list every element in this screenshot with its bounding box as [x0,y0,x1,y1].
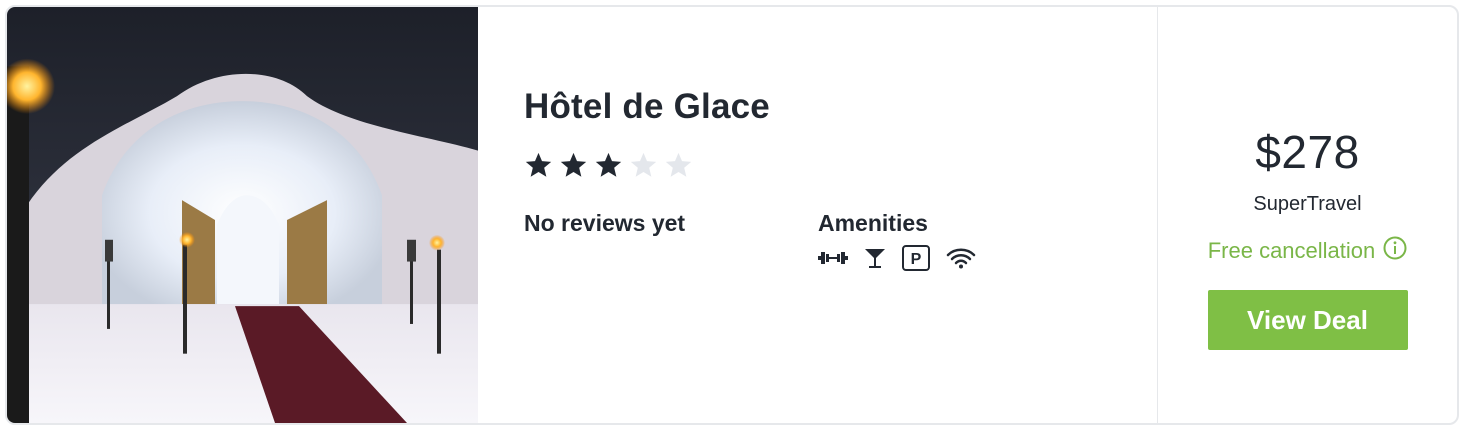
hotel-result-card[interactable]: Hôtel de Glace No reviews yet Amenities [5,5,1459,425]
info-row: No reviews yet Amenities P [524,210,1157,271]
star-rating [524,151,1157,180]
hotel-photo-image [7,7,478,423]
star-filled-icon [560,152,587,177]
view-deal-button[interactable]: View Deal [1207,290,1408,350]
amenities-title: Amenities [818,210,928,236]
free-cancellation: Free cancellation [1208,236,1408,266]
star-filled-icon [525,152,552,177]
hotel-name[interactable]: Hôtel de Glace [524,87,1157,127]
hotel-details: Hôtel de Glace No reviews yet Amenities [478,7,1157,423]
wifi-icon [946,247,976,269]
price: $278 [1255,126,1360,178]
cancellation-label: Free cancellation [1207,238,1376,263]
star-empty-icon [630,152,657,177]
provider-name: SuperTravel [1253,193,1362,215]
reviews-status: No reviews yet [524,210,686,236]
amenity-icons: P [818,245,976,271]
fitness-icon [818,249,848,267]
bar-icon [864,247,886,269]
price-panel: $278 SuperTravel Free cancellation View … [1157,7,1457,423]
svg-text:P: P [911,251,922,268]
hotel-photo[interactable] [7,7,478,423]
info-icon[interactable] [1383,236,1407,266]
star-filled-icon [595,152,622,177]
star-empty-icon [665,152,692,177]
amenities-section: Amenities P [818,210,976,271]
parking-icon: P [902,245,930,271]
